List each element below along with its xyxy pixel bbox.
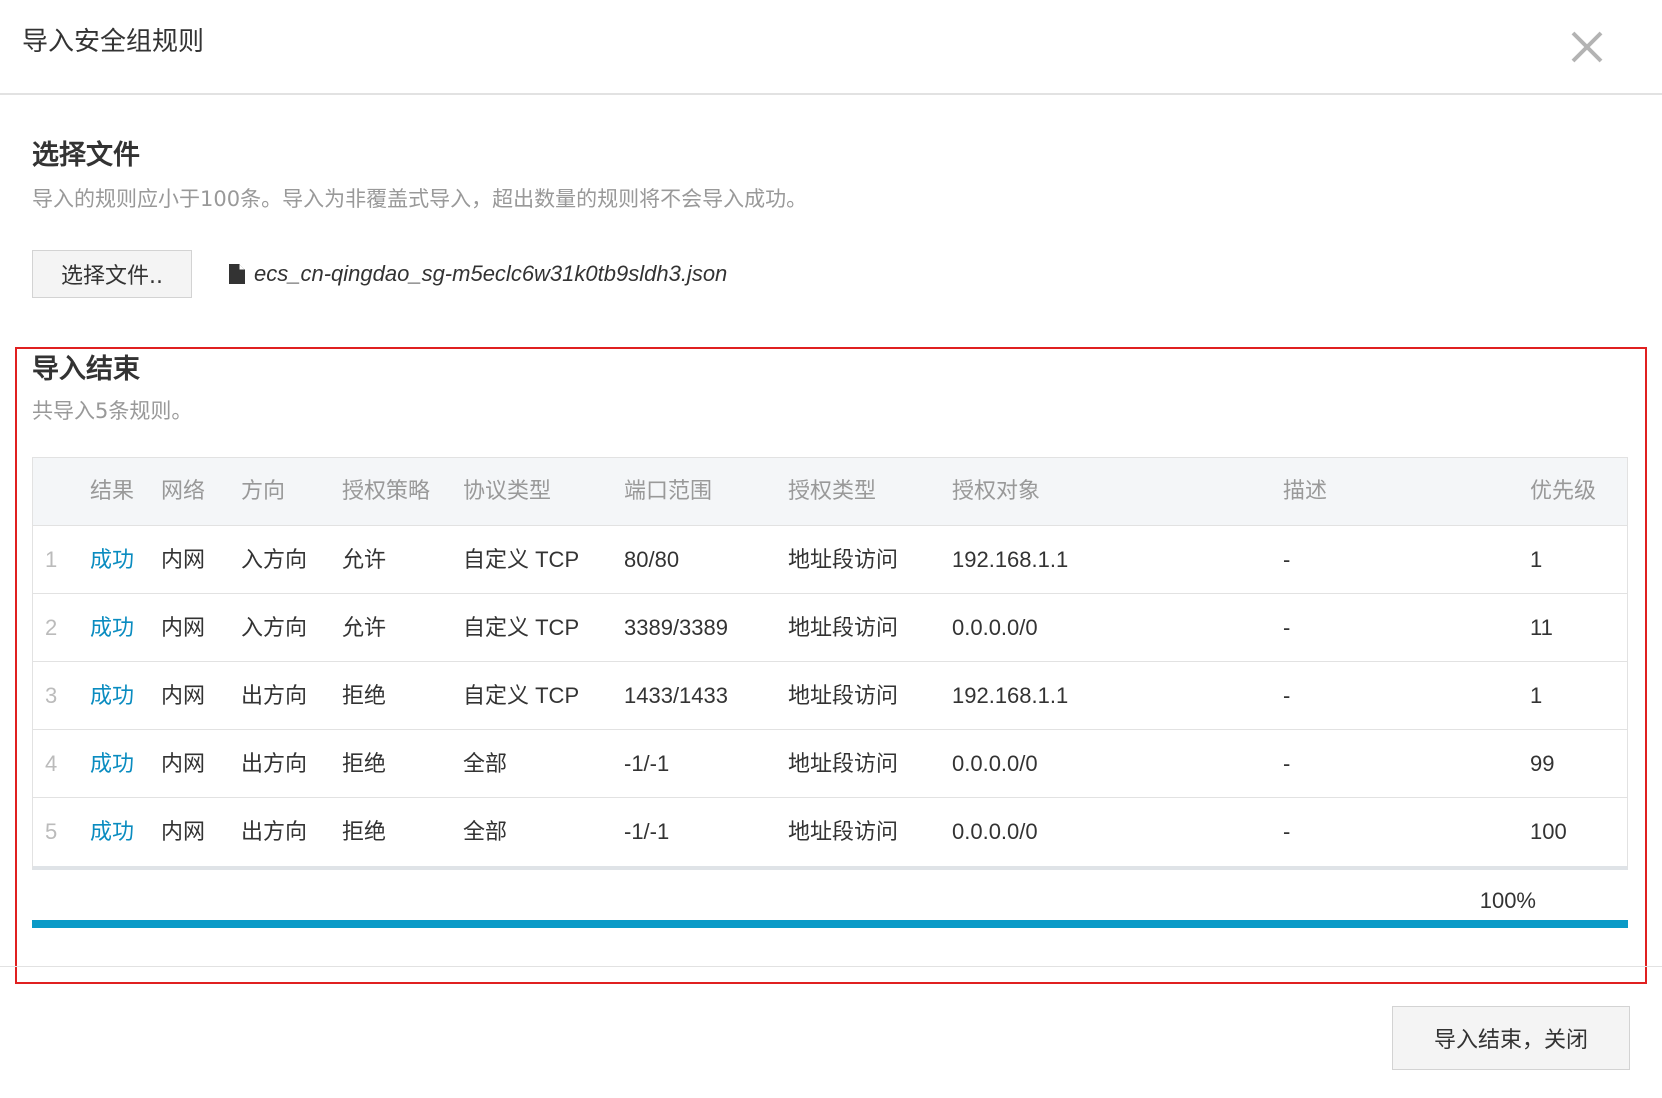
direction: 出方向 bbox=[241, 683, 308, 708]
priority: 99 bbox=[1530, 751, 1555, 776]
choose-file-button[interactable]: 选择文件.. bbox=[32, 250, 192, 298]
auth-type: 地址段访问 bbox=[788, 751, 899, 776]
protocol-type: 全部 bbox=[463, 751, 508, 776]
auth-target: 0.0.0.0/0 bbox=[952, 615, 1038, 640]
port-range: 3389/3389 bbox=[624, 615, 728, 640]
auth-target: 192.168.1.1 bbox=[952, 547, 1069, 572]
result-status: 成功 bbox=[90, 819, 135, 844]
network-type: 内网 bbox=[161, 819, 206, 844]
port-range: -1/-1 bbox=[624, 751, 670, 776]
auth-type: 地址段访问 bbox=[788, 683, 899, 708]
auth-type: 地址段访问 bbox=[788, 547, 899, 572]
close-icon bbox=[1571, 31, 1603, 63]
footer-divider bbox=[0, 966, 1662, 967]
result-status: 成功 bbox=[90, 547, 135, 572]
protocol-type: 自定义 TCP bbox=[463, 547, 580, 572]
description: - bbox=[1283, 683, 1291, 708]
select-file-hint: 导入的规则应小于100条。导入为非覆盖式导入，超出数量的规则将不会导入成功。 bbox=[32, 187, 808, 211]
description: - bbox=[1283, 751, 1291, 776]
import-security-group-dialog: 导入安全组规则 选择文件 导入的规则应小于100条。导入为非覆盖式导入，超出数量… bbox=[0, 0, 1662, 1098]
dialog-header: 导入安全组规则 bbox=[0, 0, 1662, 95]
description: - bbox=[1283, 547, 1291, 572]
row-index: 3 bbox=[45, 683, 58, 708]
close-button[interactable] bbox=[1562, 22, 1612, 72]
network-type: 内网 bbox=[161, 751, 206, 776]
row-index: 2 bbox=[45, 615, 58, 640]
result-status: 成功 bbox=[90, 615, 135, 640]
port-range: 1433/1433 bbox=[624, 683, 728, 708]
priority: 100 bbox=[1530, 819, 1567, 844]
column-header-priority: 优先级 bbox=[1530, 479, 1597, 504]
column-header-target: 授权对象 bbox=[952, 479, 1041, 504]
auth-policy: 允许 bbox=[342, 547, 387, 572]
column-header-port: 端口范围 bbox=[624, 479, 713, 504]
column-header-description: 描述 bbox=[1283, 479, 1328, 504]
auth-policy: 允许 bbox=[342, 615, 387, 640]
row-index: 1 bbox=[45, 547, 58, 572]
import-result-summary: 共导入5条规则。 bbox=[32, 399, 193, 423]
auth-policy: 拒绝 bbox=[342, 751, 387, 776]
auth-target: 0.0.0.0/0 bbox=[952, 819, 1038, 844]
column-header-network: 网络 bbox=[161, 479, 206, 504]
protocol-type: 全部 bbox=[463, 819, 508, 844]
protocol-type: 自定义 TCP bbox=[463, 683, 580, 708]
dialog-title: 导入安全组规则 bbox=[22, 27, 205, 57]
column-header-auth-type: 授权类型 bbox=[788, 479, 877, 504]
file-name: ecs_cn-qingdao_sg-m5eclc6w31k0tb9sldh3.j… bbox=[254, 261, 728, 286]
table-row: 3 成功 内网 出方向 拒绝 自定义 TCP 1433/1433 地址段访问 1… bbox=[33, 662, 1627, 730]
direction: 入方向 bbox=[241, 547, 308, 572]
result-table: 结果 网络 方向 授权策略 协议类型 端口范围 授权类型 授权对象 描述 优先级… bbox=[32, 457, 1628, 870]
table-row: 5 成功 内网 出方向 拒绝 全部 -1/-1 地址段访问 0.0.0.0/0 … bbox=[33, 798, 1627, 866]
direction: 出方向 bbox=[241, 751, 308, 776]
priority: 1 bbox=[1530, 547, 1543, 572]
selected-file: ecs_cn-qingdao_sg-m5eclc6w31k0tb9sldh3.j… bbox=[228, 256, 727, 292]
auth-target: 192.168.1.1 bbox=[952, 683, 1069, 708]
select-file-title: 选择文件 bbox=[32, 140, 140, 171]
auth-type: 地址段访问 bbox=[788, 615, 899, 640]
priority: 11 bbox=[1530, 615, 1553, 640]
progress-bar-fill bbox=[32, 920, 1628, 928]
auth-type: 地址段访问 bbox=[788, 819, 899, 844]
port-range: 80/80 bbox=[624, 547, 680, 572]
row-index: 5 bbox=[45, 819, 58, 844]
auth-target: 0.0.0.0/0 bbox=[952, 751, 1038, 776]
table-row: 1 成功 内网 入方向 允许 自定义 TCP 80/80 地址段访问 192.1… bbox=[33, 526, 1627, 594]
finish-close-button[interactable]: 导入结束，关闭 bbox=[1392, 1006, 1630, 1070]
table-row: 2 成功 内网 入方向 允许 自定义 TCP 3389/3389 地址段访问 0… bbox=[33, 594, 1627, 662]
auth-policy: 拒绝 bbox=[342, 819, 387, 844]
priority: 1 bbox=[1530, 683, 1543, 708]
network-type: 内网 bbox=[161, 683, 206, 708]
progress-percent: 100% bbox=[1479, 888, 1536, 913]
column-header-policy: 授权策略 bbox=[342, 479, 431, 504]
file-icon bbox=[229, 264, 245, 284]
table-row: 4 成功 内网 出方向 拒绝 全部 -1/-1 地址段访问 0.0.0.0/0 … bbox=[33, 730, 1627, 798]
result-status: 成功 bbox=[90, 683, 135, 708]
progress-bar bbox=[32, 920, 1628, 928]
column-header-protocol: 协议类型 bbox=[463, 479, 552, 504]
column-header-direction: 方向 bbox=[241, 479, 286, 504]
network-type: 内网 bbox=[161, 615, 206, 640]
column-header-result: 结果 bbox=[90, 479, 135, 504]
network-type: 内网 bbox=[161, 547, 206, 572]
table-header: 结果 网络 方向 授权策略 协议类型 端口范围 授权类型 授权对象 描述 优先级 bbox=[33, 458, 1627, 526]
direction: 入方向 bbox=[241, 615, 308, 640]
row-index: 4 bbox=[45, 751, 58, 776]
description: - bbox=[1283, 819, 1291, 844]
import-result-title: 导入结束 bbox=[32, 354, 140, 385]
port-range: -1/-1 bbox=[624, 819, 670, 844]
result-status: 成功 bbox=[90, 751, 135, 776]
direction: 出方向 bbox=[241, 819, 308, 844]
auth-policy: 拒绝 bbox=[342, 683, 387, 708]
description: - bbox=[1283, 615, 1291, 640]
protocol-type: 自定义 TCP bbox=[463, 615, 580, 640]
